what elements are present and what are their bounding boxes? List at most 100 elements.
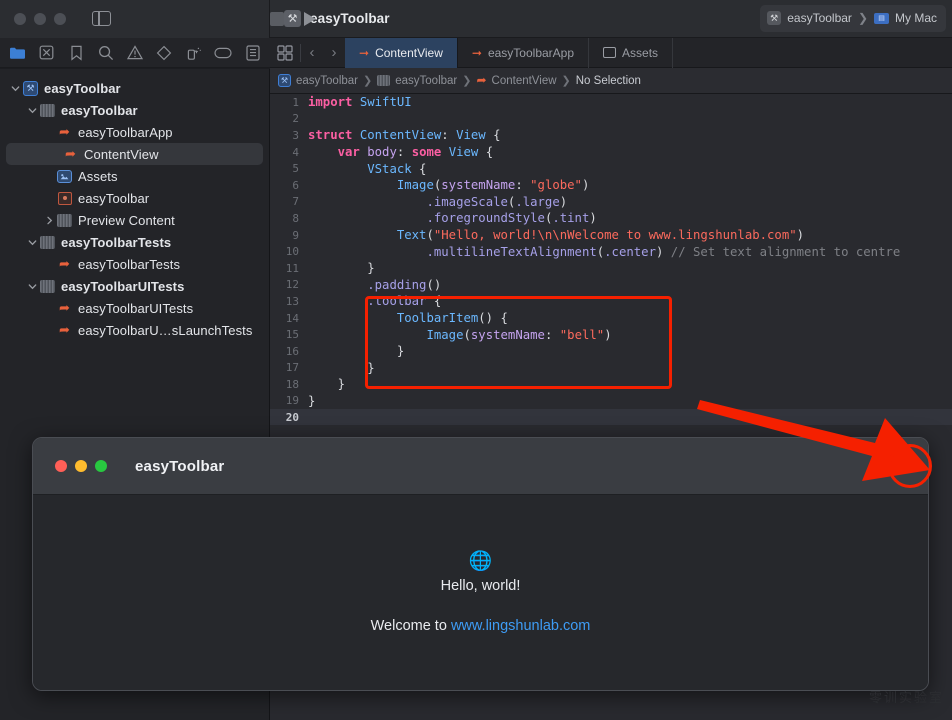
title-bar: ⚒ easyToolbar ⚒ easyToolbar ❯ ▤ My Mac (0, 0, 952, 38)
issue-warning-icon[interactable] (124, 42, 147, 63)
scheme-target-label: easyToolbar (787, 11, 852, 25)
line-number: 15 (285, 328, 299, 342)
bell-icon[interactable] (878, 454, 902, 478)
stop-button[interactable] (270, 11, 284, 26)
close-button[interactable] (14, 12, 26, 25)
swift-file-icon: ➦ (59, 299, 70, 315)
line-number: 13 (285, 294, 299, 308)
line-number: 8 (292, 211, 299, 225)
code-line: 8 .foregroundStyle(.tint) (270, 210, 952, 227)
preview-zoom-button[interactable] (95, 460, 107, 472)
chevron-down-icon[interactable] (25, 238, 39, 247)
welcome-text: Welcome to www.lingshunlab.com (371, 618, 591, 634)
lingshunlab-link[interactable]: www.lingshunlab.com (451, 618, 590, 634)
chevron-right-icon[interactable] (42, 216, 56, 225)
sidebar-item-easytoolbarapp[interactable]: ➦ easyToolbarApp (0, 121, 269, 143)
tab-easytoolbarapp[interactable]: ➞ easyToolbarApp (458, 37, 590, 68)
line-number: 4 (292, 145, 299, 159)
code-text: Image(systemName: "bell") (426, 327, 612, 342)
code-text: } (308, 344, 405, 359)
line-number: 6 (292, 178, 299, 192)
code-line: 9 Text("Hello, world!\n\nWelcome to www.… (270, 227, 952, 244)
code-text: } (308, 393, 316, 408)
breakpoint-tag-icon[interactable] (212, 42, 235, 63)
code-line: 16 } (270, 343, 952, 360)
search-icon[interactable] (94, 42, 117, 63)
sidebar-item-easytoolbartests[interactable]: easyToolbarTests (0, 231, 269, 253)
code-text: Image(systemName: "globe") (396, 178, 590, 193)
code-line: 5 VStack { (270, 160, 952, 177)
my-mac-icon: ▤ (874, 12, 889, 24)
code-line: 1 import SwiftUI (270, 94, 952, 111)
code-text: .toolbar { (367, 294, 442, 309)
preview-window-title: easyToolbar (135, 457, 225, 475)
tab-assets[interactable]: Assets (589, 37, 674, 68)
preview-traffic-lights[interactable] (55, 460, 107, 472)
line-number: 14 (285, 311, 299, 325)
titlebar-main: ⚒ easyToolbar ⚒ easyToolbar ❯ ▤ My Mac (270, 0, 952, 38)
code-line: 13 .toolbar { (270, 293, 952, 310)
preview-title-bar: easyToolbar (33, 438, 928, 495)
code-line: 11 } (270, 260, 952, 277)
breadcrumb-item-0[interactable]: easyToolbar (296, 75, 358, 87)
breadcrumb-item-3[interactable]: No Selection (576, 75, 641, 87)
code-editor[interactable]: 1 import SwiftUI 2 3 struct ContentView: Vie… (270, 94, 952, 425)
code-text: } (308, 261, 375, 276)
chevron-down-icon[interactable] (8, 84, 22, 93)
code-text: Text("Hello, world!\n\nWelcome to www.li… (396, 228, 805, 243)
run-button[interactable] (304, 11, 316, 26)
navigator-toolbar (0, 38, 270, 68)
sidebar-item-label: easyToolbarApp (78, 124, 173, 140)
sidebar-item-easytoolbartests[interactable]: ➦ easyToolbarTests (0, 253, 269, 275)
preview-close-button[interactable] (55, 460, 67, 472)
bookmark-icon[interactable] (65, 42, 88, 63)
debug-spray-icon[interactable] (182, 42, 205, 63)
sidebar-item-easytoolbar[interactable]: easyToolbar (0, 99, 269, 121)
report-list-icon[interactable] (241, 42, 264, 63)
minimize-button[interactable] (34, 12, 46, 25)
chevron-down-icon[interactable] (25, 106, 39, 115)
scheme-selector[interactable]: ⚒ easyToolbar ❯ ▤ My Mac (760, 4, 946, 32)
project-file-icon: ⚒ (22, 80, 39, 96)
sidebar-item-easytoolbaruitests[interactable]: easyToolbarUITests (0, 275, 269, 297)
line-number: 9 (292, 228, 299, 242)
sidebar-item-label: easyToolbarUITests (61, 278, 185, 294)
code-text: .imageScale(.large) (426, 194, 568, 209)
tab-contentview[interactable]: ➞ ContentView (345, 37, 458, 68)
sidebar-item-easytoolbaru-slaunchtests[interactable]: ➦ easyToolbarU…sLaunchTests (0, 319, 269, 341)
code-line: 19} (270, 393, 952, 410)
globe-icon: 🌐 (468, 551, 493, 572)
code-line: 2 (270, 111, 952, 128)
sidebar-item-preview-content[interactable]: Preview Content (0, 209, 269, 231)
line-number: 5 (292, 162, 299, 176)
assets-file-icon (603, 47, 617, 58)
sidebar-item-easytoolbar[interactable]: ⚒ easyToolbar (0, 77, 269, 99)
breadcrumb-separator: ❯ (363, 75, 373, 87)
sidebar-toggle-icon[interactable] (92, 11, 111, 26)
folder-icon[interactable] (6, 42, 29, 63)
scheme-separator: ❯ (857, 11, 868, 25)
sidebar-item-contentview[interactable]: ➦ ContentView (6, 143, 263, 165)
tab-label: ContentView (375, 45, 443, 60)
code-text: VStack { (367, 161, 427, 176)
breadcrumb-item-1[interactable]: easyToolbar (395, 75, 457, 87)
line-number: 10 (285, 245, 299, 259)
chevron-down-icon[interactable] (25, 282, 39, 291)
sidebar-item-easytoolbar[interactable]: easyToolbar (0, 187, 269, 209)
navigate-back-button[interactable]: ‹ (301, 38, 323, 68)
preview-minimize-button[interactable] (75, 460, 87, 472)
folder-file-icon (56, 212, 73, 228)
editor-grid-icon[interactable] (270, 38, 300, 68)
breadcrumb-item-2[interactable]: ContentView (492, 75, 557, 87)
window-traffic-lights[interactable] (14, 12, 66, 25)
zoom-button[interactable] (54, 12, 66, 25)
navigate-forward-button[interactable]: › (323, 38, 345, 68)
code-text: .foregroundStyle(.tint) (426, 211, 597, 226)
sidebar-item-assets[interactable]: Assets (0, 165, 269, 187)
code-text: import SwiftUI (308, 95, 412, 110)
sidebar-item-easytoolbaruitests[interactable]: ➦ easyToolbarUITests (0, 297, 269, 319)
source-control-icon[interactable] (35, 42, 58, 63)
test-diamond-icon[interactable] (153, 42, 176, 63)
swift-file-icon: ➦ (59, 321, 70, 337)
breadcrumb-icon: ➦ (476, 74, 486, 87)
